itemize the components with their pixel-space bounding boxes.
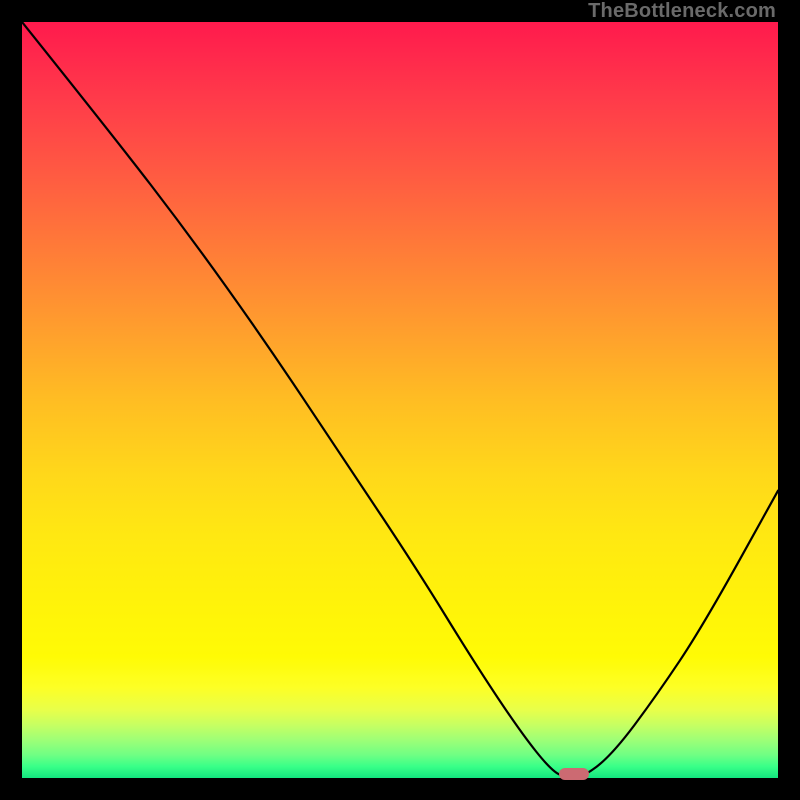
chart-frame: TheBottleneck.com (0, 0, 800, 800)
plot-area (22, 22, 778, 778)
watermark-text: TheBottleneck.com (588, 0, 776, 23)
bottleneck-curve (22, 22, 778, 778)
optimal-marker (559, 768, 589, 780)
